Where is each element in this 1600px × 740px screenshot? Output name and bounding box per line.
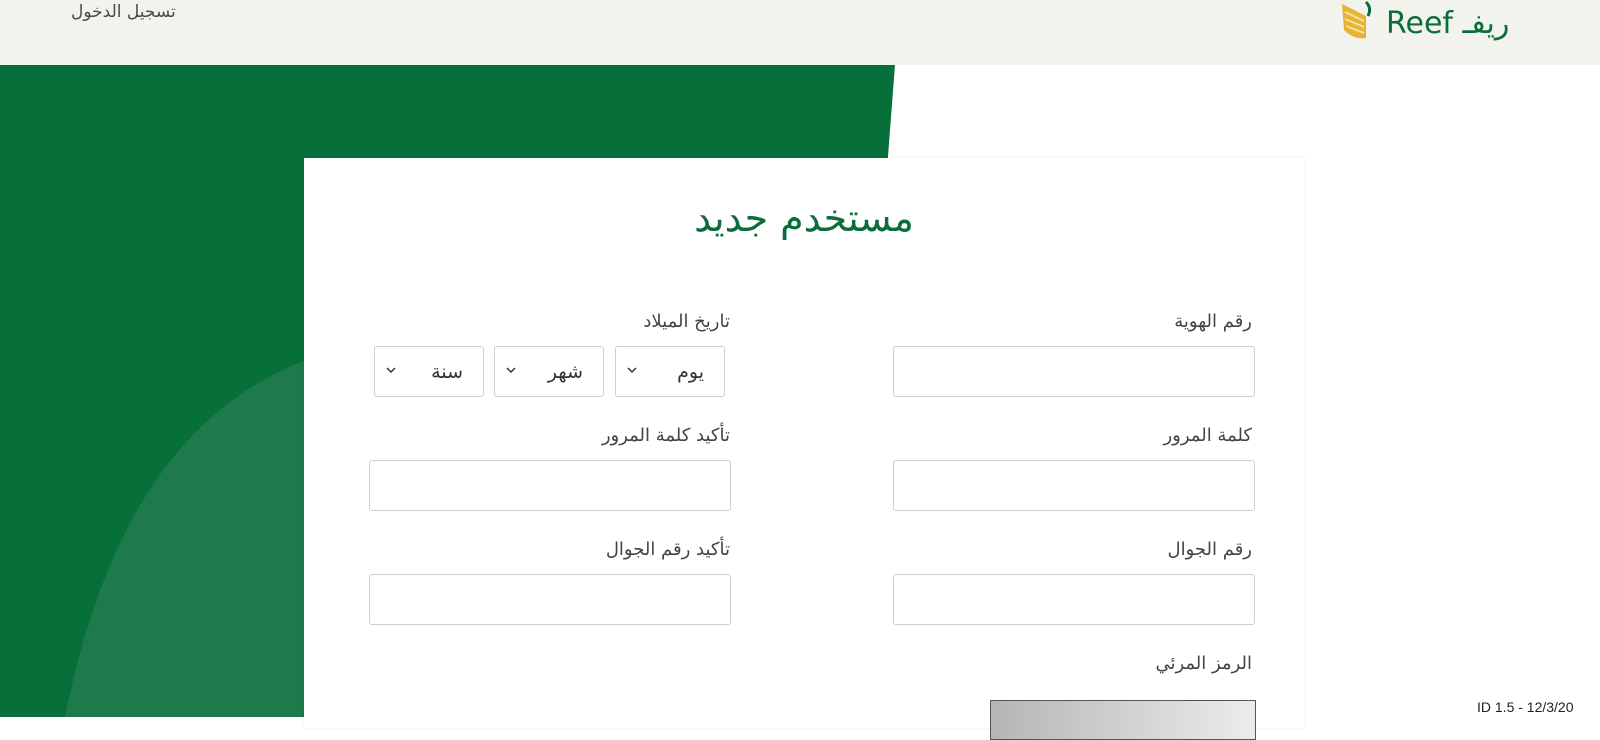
confirm-mobile-label: تأكيد رقم الجوال [605,539,730,560]
page-title: مستخدم جديد [694,196,914,240]
chevron-down-icon [386,367,396,374]
id-number-input[interactable] [893,346,1255,397]
birth-month-value: شهر [547,361,583,383]
login-link[interactable]: تسجيل الدخول [71,2,176,22]
captcha-label: الرمز المرئي [1155,653,1252,674]
chevron-down-icon [506,367,516,374]
birth-day-value: يوم [677,361,704,383]
birth-day-select[interactable]: يوم [615,346,725,397]
id-number-label: رقم الهوية [1174,311,1252,332]
registration-card: مستخدم جديد رقم الهوية تاريخ الميلاد يوم… [304,158,1304,740]
confirm-password-label: تأكيد كلمة المرور [601,425,730,446]
mobile-input[interactable] [893,574,1255,625]
confirm-mobile-input[interactable] [369,574,731,625]
password-input[interactable] [893,460,1255,511]
top-header: تسجيل الدخول Reef ريفـ [0,0,1600,65]
chevron-down-icon [627,367,637,374]
mobile-label: رقم الجوال [1167,539,1252,560]
birth-year-select[interactable]: سنة [374,346,484,397]
birth-month-select[interactable]: شهر [494,346,604,397]
reef-logo[interactable]: Reef ريفـ [1336,0,1546,50]
birth-year-value: سنة [431,361,463,383]
version-label: ID 1.5 - 12/3/20 [1477,699,1574,715]
birthdate-label: تاريخ الميلاد [643,311,730,332]
reef-leaf-icon [1342,0,1372,39]
confirm-password-input[interactable] [369,460,731,511]
password-label: كلمة المرور [1163,425,1252,446]
logo-text: Reef ريفـ [1386,6,1510,41]
captcha-image [990,700,1256,740]
